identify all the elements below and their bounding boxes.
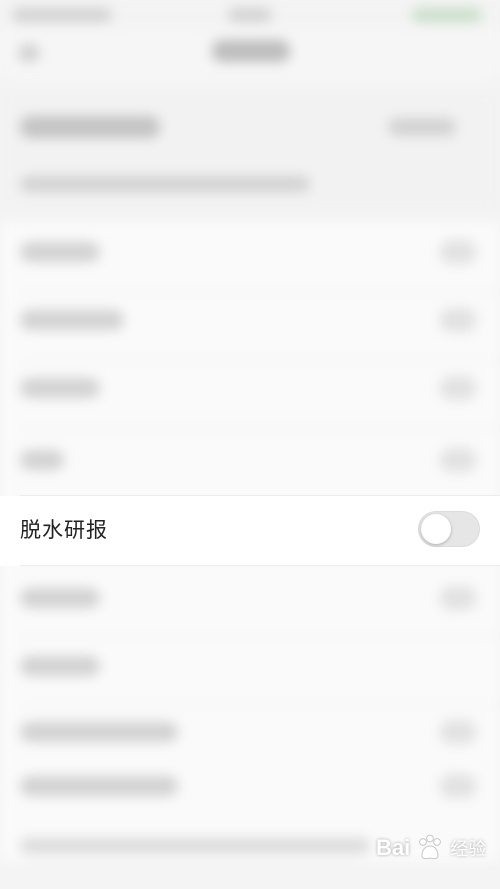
row-divider-top [20,495,500,496]
row-divider-bottom [20,565,500,566]
toggle-knob [421,514,451,544]
watermark: Bai 经验 [376,832,486,864]
watermark-brand: Bai [376,835,411,860]
toggle-switch[interactable] [418,511,480,547]
baidu-paw-icon [414,832,446,864]
setting-label: 脱水研报 [20,518,108,542]
nav-bar [0,28,500,78]
setting-row-dehydrated-report[interactable]: 脱水研报 [0,496,500,566]
top-section [0,90,500,210]
watermark-suffix: 经验 [450,839,487,859]
